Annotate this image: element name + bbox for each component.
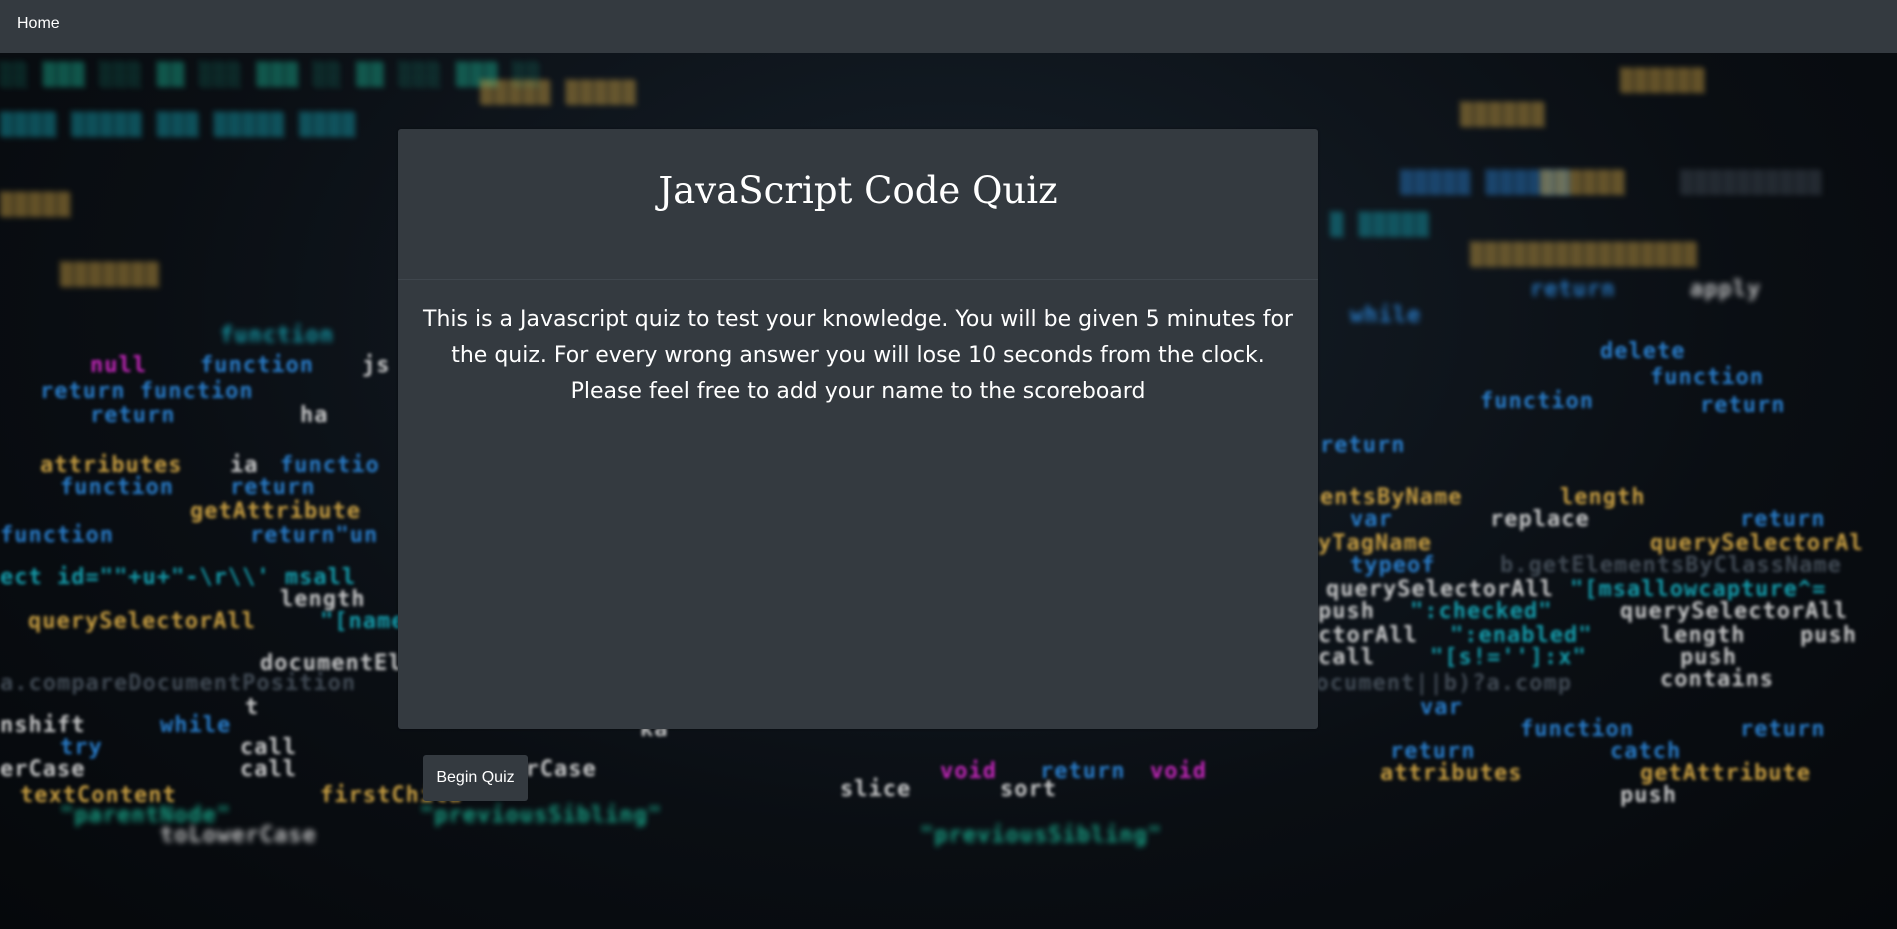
nav-home-link[interactable]: Home [17,15,60,33]
quiz-description: This is a Javascript quiz to test your k… [423,307,1293,404]
begin-quiz-button[interactable]: Begin Quiz [423,755,528,801]
navbar: Home [0,0,1897,53]
quiz-title: JavaScript Code Quiz [658,169,1058,212]
quiz-card: JavaScript Code Quiz This is a Javascrip… [398,129,1318,729]
quiz-card-header: JavaScript Code Quiz [398,129,1318,280]
